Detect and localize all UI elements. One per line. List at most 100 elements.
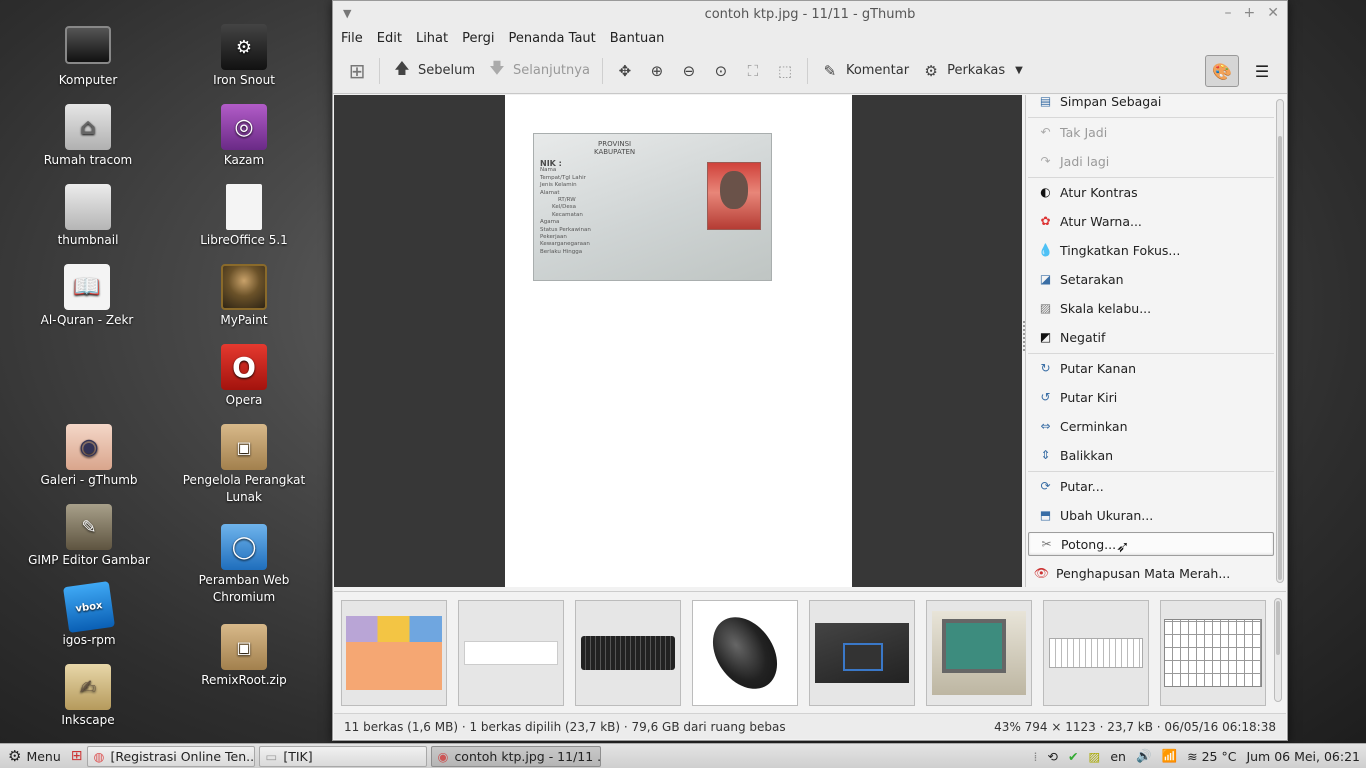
next-button[interactable]: 🡇 Selanjutnya [481, 55, 596, 87]
menu-edit[interactable]: Edit [377, 31, 402, 46]
tool-flip[interactable]: ⇕ Balikkan [1028, 443, 1274, 467]
thumbnail-8[interactable] [1160, 600, 1266, 706]
task-gthumb[interactable]: ◉ contoh ktp.jpg - 11/11 ... [430, 745, 601, 767]
keyboard-layout[interactable]: en [1110, 749, 1126, 764]
zoom-in-button[interactable]: ⊕ [641, 55, 673, 87]
thumbnail-scrollbar[interactable] [1274, 598, 1282, 702]
tool-red-eye[interactable]: 👁 Penghapusan Mata Merah... [1026, 561, 1274, 585]
undo-icon: ↶ [1040, 125, 1051, 139]
desktop-icon-libreoffice[interactable]: LibreOffice 5.1 [179, 184, 309, 249]
tool-rotate-right[interactable]: ↻ Putar Kanan [1028, 356, 1274, 380]
menu-bookmarks[interactable]: Penanda Taut [508, 31, 595, 46]
desktop-icon-computer[interactable]: Komputer [23, 24, 153, 89]
ktp-card-image: PROVINSI KABUPATEN NIK : Nama Tempat/Tgl… [533, 133, 772, 281]
thumbnail-strip [334, 591, 1286, 711]
weather-indicator[interactable]: ≋ 25 °C [1187, 749, 1236, 764]
close-icon[interactable]: ✕ [1267, 5, 1279, 21]
tool-sharpen[interactable]: 💧 Tingkatkan Fokus... [1028, 238, 1274, 262]
desktop-icon-quran[interactable]: 📖 Al-Quran - Zekr [22, 264, 152, 329]
tool-redo[interactable]: ↷ Jadi lagi [1028, 149, 1274, 173]
minimize-icon[interactable]: – [1225, 5, 1232, 21]
thumbnail-2[interactable] [458, 600, 564, 706]
edit-tools-toggle[interactable]: 🎨 [1205, 55, 1239, 87]
shield-check-icon[interactable]: ✔ [1068, 749, 1078, 764]
start-menu-button[interactable]: ⚙ Menu [0, 744, 69, 768]
thumbnail-3[interactable] [575, 600, 681, 706]
network-icon[interactable]: 📶 [1162, 748, 1178, 764]
thumbnail-4[interactable] [692, 600, 798, 706]
desktop-icon-opera[interactable]: O Opera [179, 344, 309, 409]
desktop-icon-gimp[interactable]: ✎ GIMP Editor Gambar [24, 504, 154, 569]
zoom-100-button[interactable]: ⊙ [705, 55, 737, 87]
volume-icon[interactable]: 🔊 [1136, 748, 1152, 764]
browser-mode-button[interactable]: ⊞ [341, 55, 373, 87]
sharpen-icon: 💧 [1038, 243, 1053, 257]
fit-button[interactable]: ✥ [609, 55, 641, 87]
tool-undo[interactable]: ↶ Tak Jadi [1028, 120, 1274, 144]
mirror-icon: ⇔ [1040, 419, 1051, 433]
app-grid-icon[interactable]: ⊞ [71, 748, 83, 764]
thumbnail-6[interactable] [926, 600, 1032, 706]
zoom-width-icon: ⬚ [777, 61, 793, 80]
desktop-icon-thumbnail[interactable]: thumbnail [23, 184, 153, 249]
tools-scrollbar[interactable] [1276, 99, 1284, 583]
red-eye-icon: 👁 [1033, 566, 1050, 580]
arrow-up-icon: 🡅 [394, 59, 410, 77]
power-manager-icon[interactable]: ▨ [1089, 749, 1101, 764]
zoom-fit-icon: ⛶ [747, 61, 759, 80]
update-icon[interactable]: ⟲ [1048, 749, 1058, 764]
zoom-in-icon: ⊕ [650, 61, 664, 80]
tool-color[interactable]: ✿ Atur Warna... [1028, 209, 1274, 233]
gear-icon: ⚙ [8, 747, 22, 765]
image-viewer[interactable]: PROVINSI KABUPATEN NIK : Nama Tempat/Tgl… [334, 95, 1022, 587]
clock[interactable]: Jum 06 Mei, 06:21 [1246, 749, 1360, 764]
maximize-icon[interactable]: + [1244, 5, 1256, 21]
desktop-icon-kazam[interactable]: ◎ Kazam [179, 104, 309, 169]
desktop-icon-iron-snout[interactable]: ⚙ Iron Snout [179, 24, 309, 89]
task-registrasi[interactable]: ◍ [Registrasi Online Ten... [86, 745, 255, 767]
desktop-icon-software-manager[interactable]: ▣ Pengelola Perangkat Lunak [179, 424, 309, 506]
properties-toggle[interactable]: ☰ [1245, 55, 1279, 87]
desktop-icon-mypaint[interactable]: MyPaint [179, 264, 309, 329]
comment-button[interactable]: ✎ Komentar [814, 55, 915, 87]
menu-file[interactable]: File [341, 31, 363, 46]
status-image-info: 43% 794 × 1123 · 23,7 kB · 06/05/16 06:1… [994, 719, 1276, 734]
zoom-fit-button[interactable]: ⛶ [737, 55, 769, 87]
contrast-icon: ◐ [1040, 185, 1051, 199]
zoom-out-button[interactable]: ⊖ [673, 55, 705, 87]
thumbnail-7[interactable] [1043, 600, 1149, 706]
tool-contrast[interactable]: ◐ Atur Kontras [1028, 180, 1274, 204]
task-tik[interactable]: ▭ [TIK] [258, 745, 427, 767]
desktop-icon-home[interactable]: ⌂ Rumah tracom [23, 104, 153, 169]
tool-crop[interactable]: ✂ Potong... [1028, 532, 1274, 556]
gthumb-window: ▼ contoh ktp.jpg - 11/11 - gThumb – + ✕ … [332, 0, 1288, 741]
tool-mirror[interactable]: ⇔ Cerminkan [1028, 414, 1274, 438]
thumbnail-5[interactable] [809, 600, 915, 706]
tool-rotate-left[interactable]: ↺ Putar Kiri [1028, 385, 1274, 409]
tool-negative[interactable]: ◩ Negatif [1028, 325, 1274, 349]
tool-save-as[interactable]: ▤ Simpan Sebagai [1028, 95, 1274, 113]
desktop-icon-inkscape[interactable]: ✍ Inkscape [23, 664, 153, 729]
menu-help[interactable]: Bantuan [610, 31, 665, 46]
thumbnail-1[interactable] [341, 600, 447, 706]
window-menu-icon[interactable]: ▼ [343, 7, 351, 20]
desktop-icon-igos-rpm[interactable]: vbox igos-rpm [24, 581, 154, 649]
previous-button[interactable]: 🡅 Sebelum [386, 55, 481, 87]
rotate-left-icon: ↺ [1040, 390, 1051, 404]
redo-icon: ↷ [1040, 154, 1051, 168]
window-title: contoh ktp.jpg - 11/11 - gThumb [704, 7, 916, 22]
tools-button[interactable]: ⚙ Perkakas ▼ [915, 55, 1029, 87]
zoom-width-button[interactable]: ⬚ [769, 55, 801, 87]
menu-view[interactable]: Lihat [416, 31, 448, 46]
title-bar[interactable]: ▼ contoh ktp.jpg - 11/11 - gThumb – + ✕ [333, 1, 1287, 28]
tool-rotate[interactable]: ⟳ Putar... [1028, 474, 1274, 498]
tool-grayscale[interactable]: ▨ Skala kelabu... [1028, 296, 1274, 320]
desktop-icon-gthumb[interactable]: ◉ Galeri - gThumb [24, 424, 154, 489]
menu-go[interactable]: Pergi [462, 31, 494, 46]
tool-resize[interactable]: ⬒ Ubah Ukuran... [1028, 503, 1274, 527]
desktop-icon-chromium[interactable]: ◯ Peramban Web Chromium [179, 524, 309, 606]
desktop-icon-remixroot-zip[interactable]: ▣ RemixRoot.zip [179, 624, 309, 689]
toolbar: ⊞ 🡅 Sebelum 🡇 Selanjutnya ✥ ⊕ ⊖ ⊙ ⛶ ⬚ ✎ Kom… [333, 48, 1287, 94]
grid-icon: ⊞ [348, 58, 366, 83]
tool-equalize[interactable]: ◪ Setarakan [1028, 267, 1274, 291]
